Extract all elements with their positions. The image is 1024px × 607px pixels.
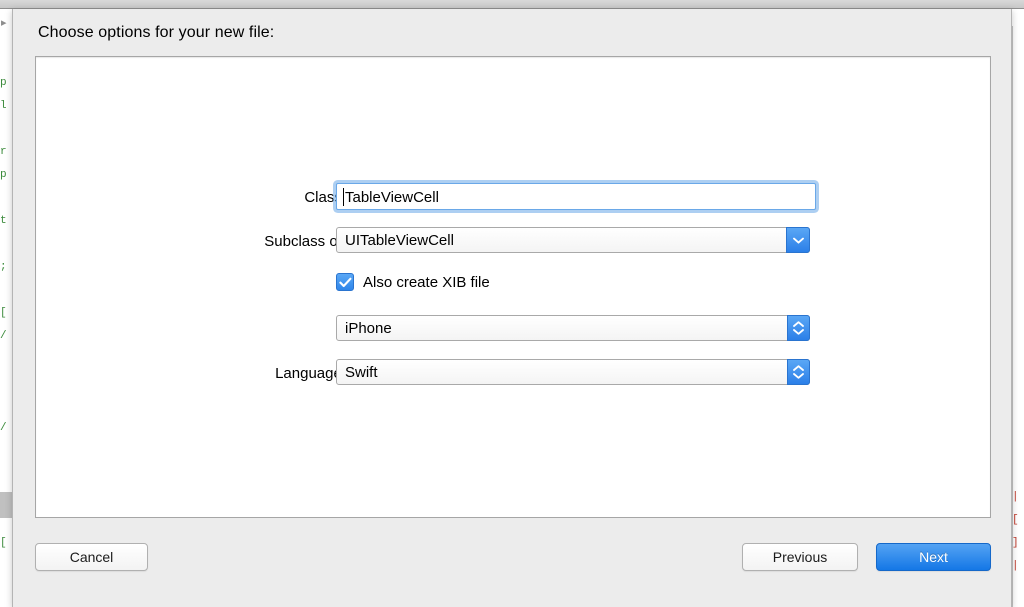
cancel-button[interactable]: Cancel xyxy=(35,543,148,571)
editor-code-fragment xyxy=(1012,164,1024,187)
editor-code-fragment xyxy=(1012,279,1024,302)
device-popup-button[interactable]: iPhone xyxy=(336,315,810,341)
editor-code-fragment xyxy=(1012,348,1024,371)
editor-code-right: | [] | xyxy=(1012,26,1024,607)
language-popup-button[interactable]: Swift xyxy=(336,359,810,385)
previous-button[interactable]: Previous xyxy=(742,543,858,571)
editor-code-fragment xyxy=(1012,394,1024,417)
editor-code-fragment xyxy=(1012,325,1024,348)
subclass-label: Subclass of: xyxy=(264,233,346,250)
editor-code-fragment xyxy=(1012,417,1024,440)
editor-code-fragment xyxy=(1012,440,1024,463)
editor-code-fragment xyxy=(1012,187,1024,210)
editor-code-fragment xyxy=(1012,371,1024,394)
editor-code-fragment: | xyxy=(1012,491,1019,503)
text-caret xyxy=(343,188,344,206)
device-popup-value: iPhone xyxy=(345,320,392,337)
editor-code-fragment xyxy=(1012,49,1024,72)
editor-code-fragment xyxy=(1012,256,1024,279)
subclass-combobox-value: UITableViewCell xyxy=(345,232,454,249)
class-field-area: TableViewCell xyxy=(336,183,816,210)
editor-code-fragment: | xyxy=(1012,560,1019,572)
form-row-device: iPhone xyxy=(36,311,992,355)
device-field-area: iPhone xyxy=(336,315,810,341)
class-input-value: TableViewCell xyxy=(345,189,439,206)
next-button[interactable]: Next xyxy=(876,543,991,571)
editor-code-fragment: [ xyxy=(1012,514,1019,526)
chevron-up-down-icon[interactable] xyxy=(787,315,810,341)
editor-code-fragment xyxy=(1012,141,1024,164)
chevron-up-down-icon[interactable] xyxy=(787,359,810,385)
language-popup-value: Swift xyxy=(345,364,378,381)
xib-checkbox-label: Also create XIB file xyxy=(363,273,490,291)
editor-code-fragment xyxy=(1012,233,1024,256)
language-field-area: Swift xyxy=(336,359,810,385)
subclass-field-area: UITableViewCell xyxy=(336,227,810,253)
editor-code-fragment xyxy=(1012,72,1024,95)
editor-code-fragment xyxy=(1012,463,1024,486)
editor-code-fragment xyxy=(1012,210,1024,233)
chevron-down-icon[interactable] xyxy=(786,227,810,253)
form-row-class: Class: TableViewCell xyxy=(36,179,992,223)
editor-code-fragment: ] xyxy=(1012,537,1019,549)
subclass-combobox[interactable]: UITableViewCell xyxy=(336,227,810,253)
new-file-options-sheet: Choose options for your new file: Class:… xyxy=(12,9,1012,607)
form-row-subclass: Subclass of: UITableViewCell xyxy=(36,223,992,267)
form-row-language: Language: Swift xyxy=(36,355,992,399)
editor-code-fragment xyxy=(1012,302,1024,325)
options-form: Class: TableViewCell Subclass of: UITabl… xyxy=(36,179,992,399)
editor-code-fragment xyxy=(1012,95,1024,118)
editor-code-fragment xyxy=(1012,118,1024,141)
xib-checkbox-row[interactable]: Also create XIB file xyxy=(336,273,490,291)
editor-code-fragment xyxy=(1012,26,1024,49)
options-content-panel: Class: TableViewCell Subclass of: UITabl… xyxy=(35,56,991,518)
class-input[interactable]: TableViewCell xyxy=(336,183,816,210)
window-titlebar xyxy=(0,0,1024,9)
page-title: Choose options for your new file: xyxy=(38,24,275,41)
checkmark-icon[interactable] xyxy=(336,273,354,291)
form-row-xib: Also create XIB file xyxy=(36,267,992,311)
